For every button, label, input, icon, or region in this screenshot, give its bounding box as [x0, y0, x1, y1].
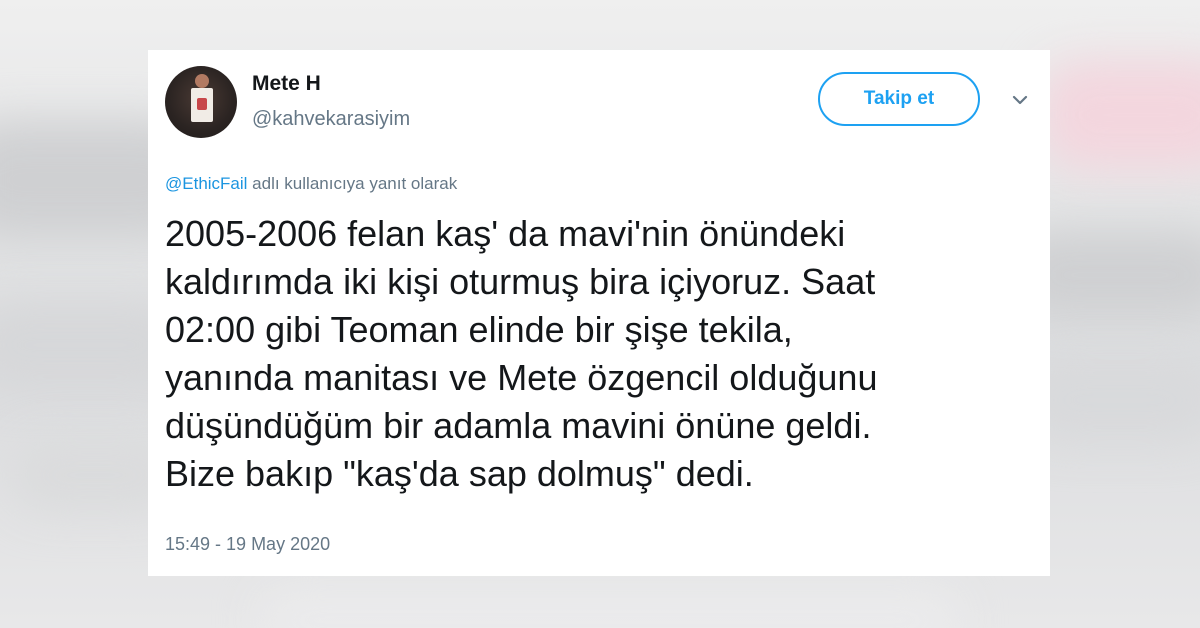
- avatar-person-head: [195, 74, 209, 88]
- display-name[interactable]: Mete H: [252, 72, 321, 96]
- avatar-poster: [191, 88, 213, 122]
- tweet-text: 2005-2006 felan kaş' da mavi'nin önündek…: [165, 213, 878, 494]
- follow-button[interactable]: Takip et: [818, 72, 980, 126]
- avatar[interactable]: [165, 66, 237, 138]
- reply-mention-link[interactable]: @EthicFail: [165, 174, 247, 193]
- user-handle[interactable]: @kahvekarasiyim: [252, 108, 410, 131]
- chevron-down-icon[interactable]: [1006, 88, 1034, 112]
- tweet-card: Mete H @kahvekarasiyim Takip et @EthicFa…: [148, 50, 1050, 576]
- chevron-down-icon-graphic: [1012, 95, 1028, 105]
- reply-context-label: adlı kullanıcıya yanıt olarak: [247, 174, 458, 193]
- background-blur-shape: [1040, 60, 1200, 170]
- tweet-timestamp[interactable]: 15:49 - 19 May 2020: [165, 534, 330, 555]
- background-blur-shape: [260, 590, 960, 628]
- reply-context: @EthicFail adlı kullanıcıya yanıt olarak: [165, 174, 457, 194]
